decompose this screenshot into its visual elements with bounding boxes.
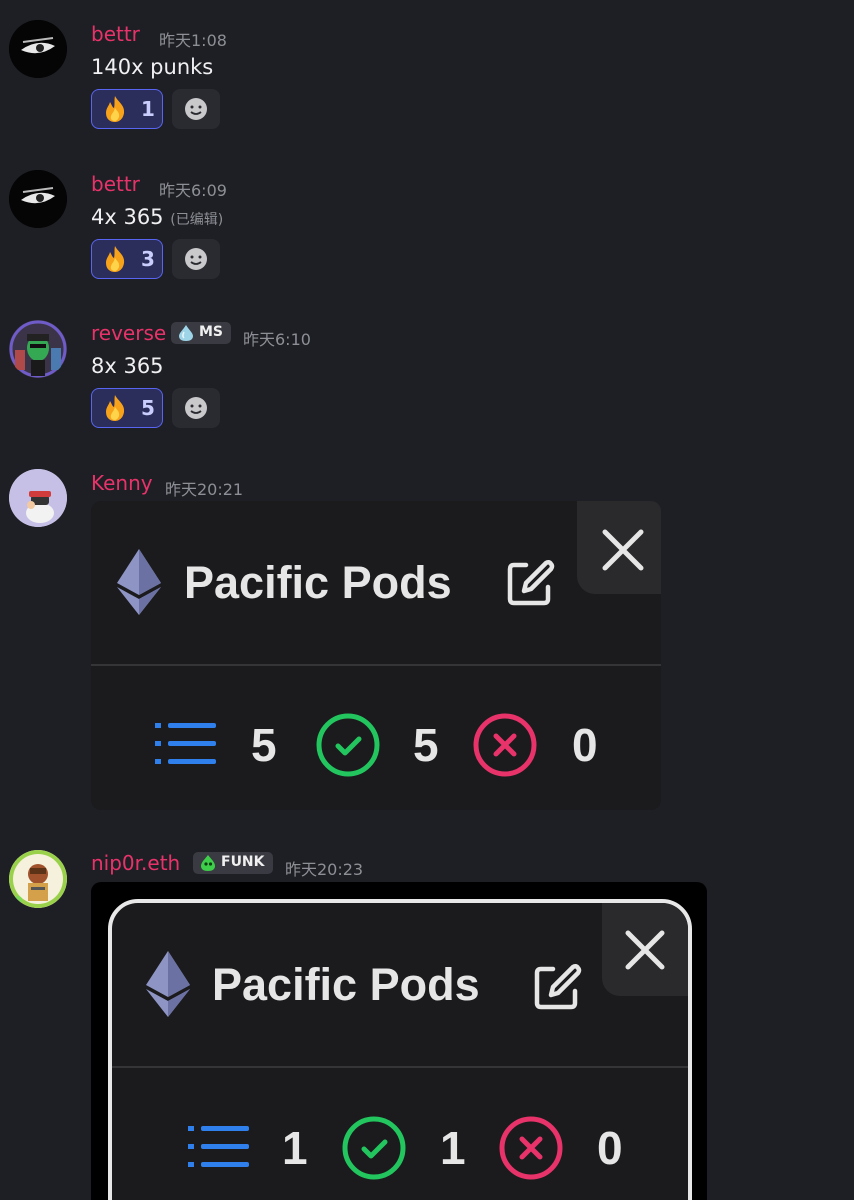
drop-icon bbox=[179, 325, 193, 341]
message-text: 140x punks bbox=[91, 55, 214, 79]
image-attachment[interactable]: Pacific Pods 1 1 0 bbox=[91, 882, 707, 1200]
image-attachment[interactable]: Pacific Pods 5 5 0 bbox=[91, 501, 661, 810]
timestamp: 昨天6:10 bbox=[243, 330, 311, 349]
list-icon bbox=[155, 723, 216, 764]
ethereum-icon bbox=[146, 951, 190, 1017]
failed-count: 0 bbox=[572, 719, 598, 771]
fire-icon bbox=[100, 393, 130, 427]
username[interactable]: bettr bbox=[91, 22, 140, 46]
message-text: 4x 365 (已编辑) bbox=[91, 205, 224, 229]
divider bbox=[112, 1066, 688, 1068]
total-count: 1 bbox=[282, 1122, 308, 1174]
screenshot-frame: Pacific Pods 1 1 0 bbox=[108, 899, 692, 1200]
slime-icon bbox=[201, 855, 215, 871]
avatar[interactable] bbox=[9, 320, 67, 378]
add-reaction-button[interactable] bbox=[172, 89, 220, 129]
username[interactable]: bettr bbox=[91, 172, 140, 196]
server-tag[interactable]: MS bbox=[171, 322, 231, 344]
reaction-button[interactable]: 1 bbox=[91, 89, 163, 129]
server-tag[interactable]: FUNK bbox=[193, 852, 273, 874]
reaction-button[interactable]: 3 bbox=[91, 239, 163, 279]
timestamp: 昨天6:09 bbox=[159, 181, 227, 200]
reaction-count: 5 bbox=[141, 396, 155, 420]
reaction-button[interactable]: 5 bbox=[91, 388, 163, 428]
failed-count: 0 bbox=[597, 1122, 623, 1174]
check-circle-icon bbox=[316, 713, 380, 777]
add-reaction-button[interactable] bbox=[172, 388, 220, 428]
success-count: 1 bbox=[440, 1122, 466, 1174]
close-button[interactable] bbox=[602, 903, 688, 996]
smiley-icon bbox=[185, 98, 207, 120]
fire-icon bbox=[100, 244, 130, 278]
edited-label: (已编辑) bbox=[170, 212, 224, 228]
avatar[interactable] bbox=[9, 20, 67, 78]
smiley-icon bbox=[185, 397, 207, 419]
timestamp: 昨天20:21 bbox=[165, 480, 244, 499]
username[interactable]: reverse bbox=[91, 321, 166, 345]
close-icon bbox=[625, 930, 665, 970]
x-circle-icon bbox=[473, 713, 537, 777]
reaction-count: 1 bbox=[141, 97, 155, 121]
username[interactable]: Kenny bbox=[91, 471, 153, 495]
check-circle-icon bbox=[342, 1116, 406, 1180]
add-reaction-button[interactable] bbox=[172, 239, 220, 279]
divider bbox=[91, 664, 661, 666]
x-circle-icon bbox=[499, 1116, 563, 1180]
avatar[interactable] bbox=[9, 850, 67, 908]
timestamp: 昨天1:08 bbox=[159, 31, 227, 50]
avatar[interactable] bbox=[9, 170, 67, 228]
success-count: 5 bbox=[413, 719, 439, 771]
list-icon bbox=[188, 1126, 249, 1167]
close-button[interactable] bbox=[577, 501, 661, 594]
ethereum-icon bbox=[117, 549, 161, 615]
timestamp: 昨天20:23 bbox=[285, 860, 364, 879]
collection-title: Pacific Pods bbox=[184, 557, 452, 608]
message-text: 8x 365 bbox=[91, 354, 164, 378]
collection-title: Pacific Pods bbox=[212, 959, 480, 1010]
smiley-icon bbox=[185, 248, 207, 270]
fire-icon bbox=[100, 94, 130, 128]
avatar[interactable] bbox=[9, 469, 67, 527]
edit-icon[interactable] bbox=[504, 557, 556, 609]
edit-icon[interactable] bbox=[531, 961, 583, 1013]
close-icon bbox=[602, 529, 644, 571]
username[interactable]: nip0r.eth bbox=[91, 851, 180, 875]
reaction-count: 3 bbox=[141, 247, 155, 271]
total-count: 5 bbox=[251, 719, 277, 771]
